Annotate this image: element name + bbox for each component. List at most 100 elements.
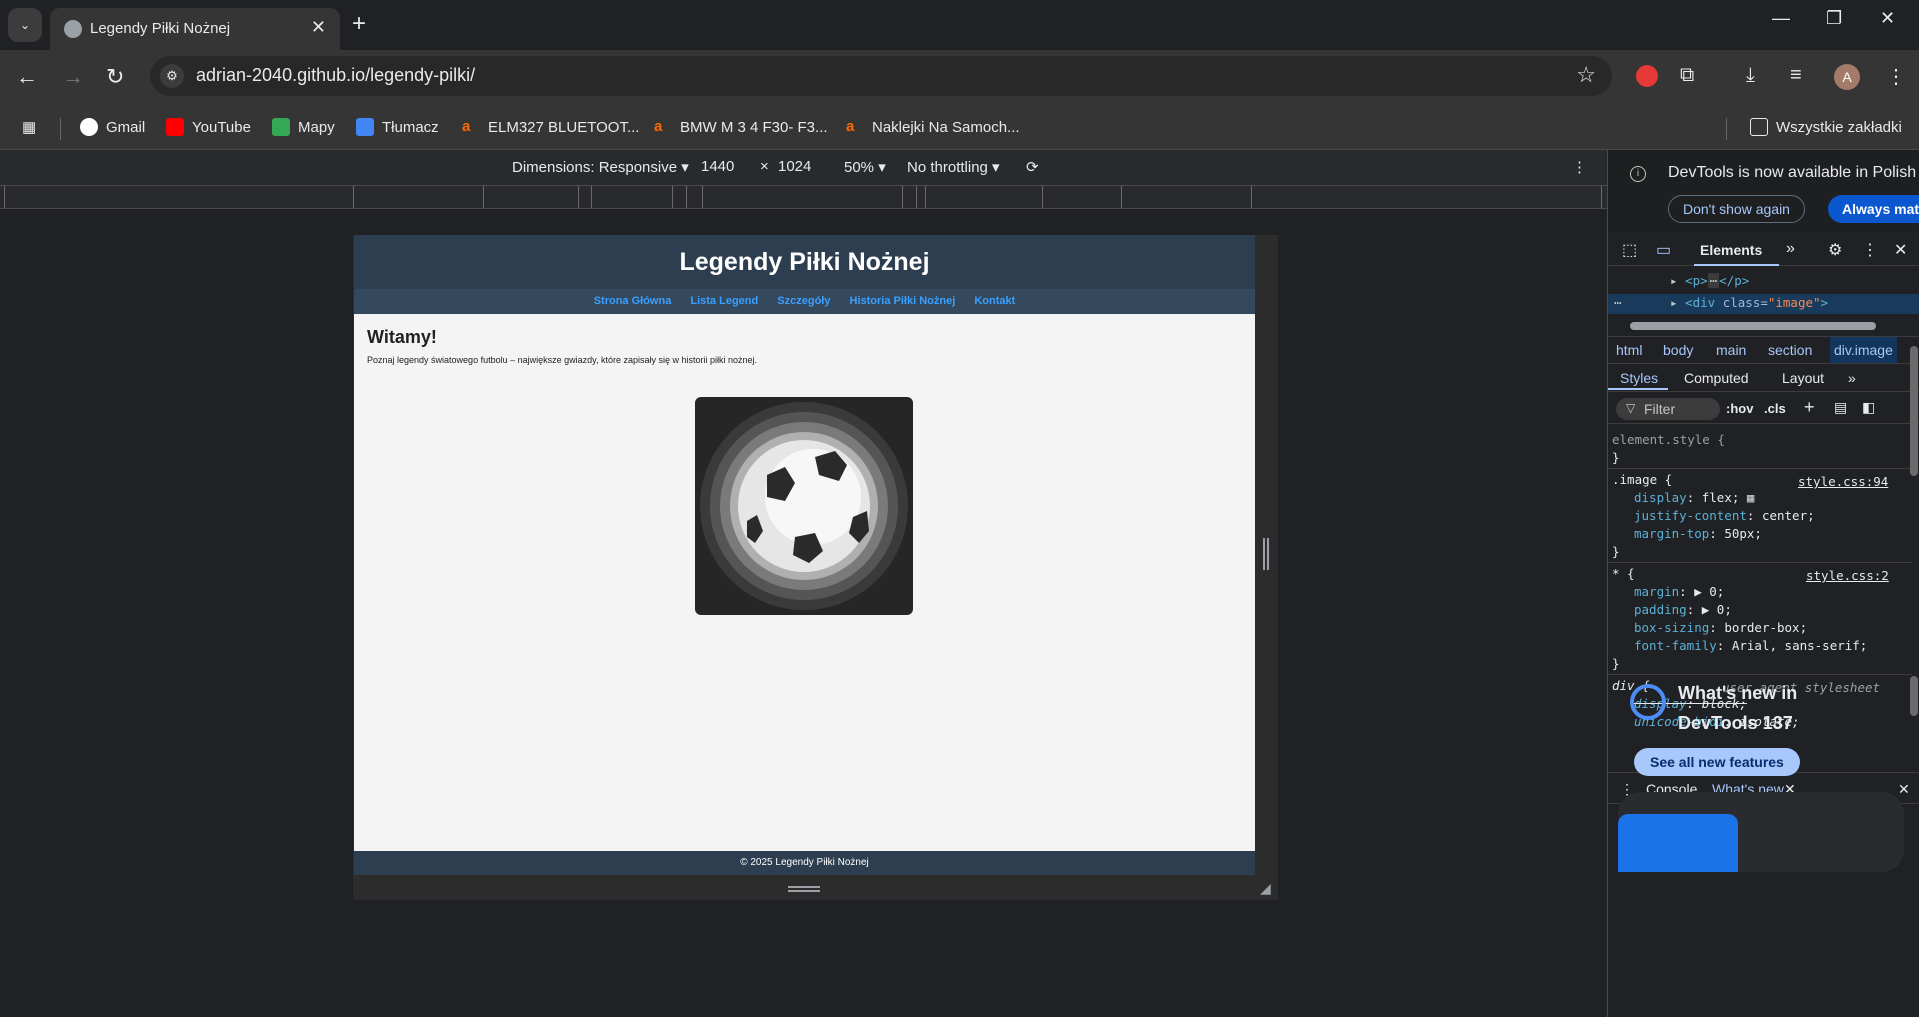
dont-show-again-button[interactable]: Don't show again xyxy=(1668,195,1805,223)
drawer-scrollbar[interactable] xyxy=(1910,676,1918,716)
prop-value: ▶ 0; xyxy=(1701,602,1732,617)
subtab-layout[interactable]: Layout xyxy=(1782,370,1824,386)
divider xyxy=(1608,562,1912,563)
tab-underline xyxy=(1694,264,1779,266)
ellipsis-icon[interactable]: ⋯ xyxy=(1707,273,1720,288)
expand-arrow-icon[interactable]: ▸ xyxy=(1670,273,1678,288)
extensions-icon[interactable]: ⧉ xyxy=(1680,64,1694,87)
bookmark-youtube[interactable]: YouTube xyxy=(166,118,251,136)
site-info-icon[interactable]: ⚙ xyxy=(160,64,184,88)
tab-title: Legendy Piłki Nożnej xyxy=(90,20,231,37)
new-tab-button[interactable]: + xyxy=(352,10,366,38)
resize-handle-bottom[interactable] xyxy=(788,886,820,892)
nav-link-home[interactable]: Strona Główna xyxy=(594,295,672,307)
see-all-features-button[interactable]: See all new features xyxy=(1634,748,1800,776)
nav-link-contact[interactable]: Kontakt xyxy=(974,295,1015,307)
cls-toggle[interactable]: .cls xyxy=(1764,401,1786,416)
avatar[interactable]: A xyxy=(1834,64,1860,90)
prop-value: center; xyxy=(1761,508,1815,523)
css-prop-display[interactable]: display: flex; ▦ xyxy=(1634,490,1754,505)
bookmark-star-icon[interactable]: ☆ xyxy=(1576,62,1596,88)
tab-search-button[interactable]: ⌄ xyxy=(8,8,42,42)
breadcrumb-div-image[interactable]: div.image xyxy=(1830,337,1897,363)
media-query-ruler[interactable] xyxy=(0,185,1607,209)
drawer-close-icon[interactable]: ✕ xyxy=(1898,781,1910,798)
whats-new-card[interactable] xyxy=(1618,792,1904,872)
dom-node-p[interactable]: ▸ <p> ⋯ </p> xyxy=(1670,273,1749,288)
browser-tab[interactable]: Legendy Piłki Nożnej ✕ xyxy=(50,8,340,50)
nav-link-history[interactable]: Historia Piłki Nożnej xyxy=(850,295,956,307)
sidebar-toggle-icon[interactable]: ◧ xyxy=(1862,399,1875,416)
download-icon[interactable]: ⤓ xyxy=(1746,64,1755,87)
css-prop-margin[interactable]: margin: ▶ 0; xyxy=(1634,584,1724,599)
bookmark-tlumacz[interactable]: Tłumacz xyxy=(356,118,439,136)
more-subtabs-icon[interactable]: » xyxy=(1848,370,1856,386)
css-prop-padding[interactable]: padding: ▶ 0; xyxy=(1634,602,1732,617)
css-prop-box-sizing[interactable]: box-sizing: border-box; xyxy=(1634,620,1807,635)
resize-corner-icon[interactable]: ◢ xyxy=(1260,880,1271,897)
bookmark-bmw[interactable]: a BMW M 3 4 F30- F3... xyxy=(654,118,828,136)
tab-close-icon[interactable]: ✕ xyxy=(311,17,326,38)
star-source-link[interactable]: style.css:2 xyxy=(1806,568,1889,583)
styles-subtabs: Styles Computed Layout » xyxy=(1608,364,1919,392)
paint-icon[interactable]: ▤ xyxy=(1834,399,1847,416)
subtab-styles[interactable]: Styles xyxy=(1620,370,1658,386)
forward-icon[interactable]: → xyxy=(62,64,84,90)
flex-editor-icon[interactable]: ▦ xyxy=(1747,490,1755,505)
settings-gear-icon[interactable]: ⚙ xyxy=(1828,240,1842,260)
subtab-computed[interactable]: Computed xyxy=(1684,370,1749,386)
rotate-icon[interactable]: ⟳ xyxy=(1026,158,1039,176)
dom-node-div-image[interactable]: ⋯ ▸ <div class="image"> xyxy=(1608,294,1919,314)
menu-kebab-icon[interactable]: ⋮ xyxy=(1886,64,1906,89)
extension-adblock-icon[interactable] xyxy=(1636,65,1658,87)
image-source-link[interactable]: style.css:94 xyxy=(1798,474,1888,489)
css-prop-justify[interactable]: justify-content: center; xyxy=(1634,508,1815,523)
breadcrumb-html[interactable]: html xyxy=(1616,342,1642,358)
restore-icon[interactable]: ❐ xyxy=(1826,8,1842,29)
minimize-icon[interactable]: — xyxy=(1772,8,1790,29)
breadcrumb-main[interactable]: main xyxy=(1716,342,1746,358)
url-text[interactable]: adrian-2040.github.io/legendy-pilki/ xyxy=(196,65,475,86)
media-control-icon[interactable]: ≡ xyxy=(1790,64,1802,87)
apps-grid-icon[interactable]: ▦ xyxy=(22,118,36,136)
back-icon[interactable]: ← xyxy=(16,64,38,90)
device-toggle-icon[interactable]: ▭ xyxy=(1656,240,1671,260)
throttling-select[interactable]: No throttling ▾ xyxy=(907,158,1000,176)
bookmark-elm327[interactable]: a ELM327 BLUETOOT... xyxy=(462,118,639,136)
tab-elements[interactable]: Elements xyxy=(1700,242,1762,258)
devtools-close-icon[interactable]: ✕ xyxy=(1894,240,1907,260)
ruler-tick xyxy=(672,186,673,208)
element-style-selector[interactable]: element.style { xyxy=(1612,432,1725,447)
bookmark-gmail[interactable]: Gmail xyxy=(80,118,145,136)
css-prop-font-family[interactable]: font-family: Arial, sans-serif; xyxy=(1634,638,1867,653)
address-bar[interactable]: ⚙ adrian-2040.github.io/legendy-pilki/ ☆ xyxy=(150,56,1612,96)
hov-toggle[interactable]: :hov xyxy=(1726,401,1753,416)
devtools-kebab-icon[interactable]: ⋮ xyxy=(1862,240,1878,260)
breadcrumb-section[interactable]: section xyxy=(1768,342,1812,358)
bookmark-naklejki[interactable]: a Naklejki Na Samoch... xyxy=(846,118,1020,136)
nav-link-details[interactable]: Szczegóły xyxy=(777,295,830,307)
breadcrumb-body[interactable]: body xyxy=(1663,342,1693,358)
resize-handle-right[interactable] xyxy=(1263,538,1269,570)
height-input[interactable]: 1024 xyxy=(778,158,811,175)
dom-horizontal-scrollbar[interactable] xyxy=(1630,322,1876,330)
window-close-icon[interactable]: ✕ xyxy=(1880,8,1895,29)
width-input[interactable]: 1440 xyxy=(701,158,734,175)
image-selector[interactable]: .image { xyxy=(1612,472,1672,487)
always-match-button[interactable]: Always mat xyxy=(1828,195,1919,223)
device-menu-kebab-icon[interactable]: ⋮ xyxy=(1572,158,1587,176)
new-rule-icon[interactable]: + xyxy=(1804,397,1815,418)
inspect-element-icon[interactable]: ⬚ xyxy=(1622,240,1637,260)
zoom-select[interactable]: 50% ▾ xyxy=(844,158,886,176)
nav-link-legends[interactable]: Lista Legend xyxy=(690,295,758,307)
row-ellipsis-icon[interactable]: ⋯ xyxy=(1614,295,1622,310)
star-selector[interactable]: * { xyxy=(1612,566,1635,581)
reload-icon[interactable]: ↻ xyxy=(106,64,124,90)
expand-arrow-icon[interactable]: ▸ xyxy=(1670,295,1678,310)
more-tabs-icon[interactable]: » xyxy=(1786,240,1795,258)
all-bookmarks[interactable]: Wszystkie zakładki xyxy=(1750,118,1902,136)
dimensions-select[interactable]: Dimensions: Responsive ▾ xyxy=(512,158,689,176)
styles-scrollbar[interactable] xyxy=(1910,346,1918,476)
css-prop-margin-top[interactable]: margin-top: 50px; xyxy=(1634,526,1762,541)
bookmark-mapy[interactable]: Mapy xyxy=(272,118,335,136)
